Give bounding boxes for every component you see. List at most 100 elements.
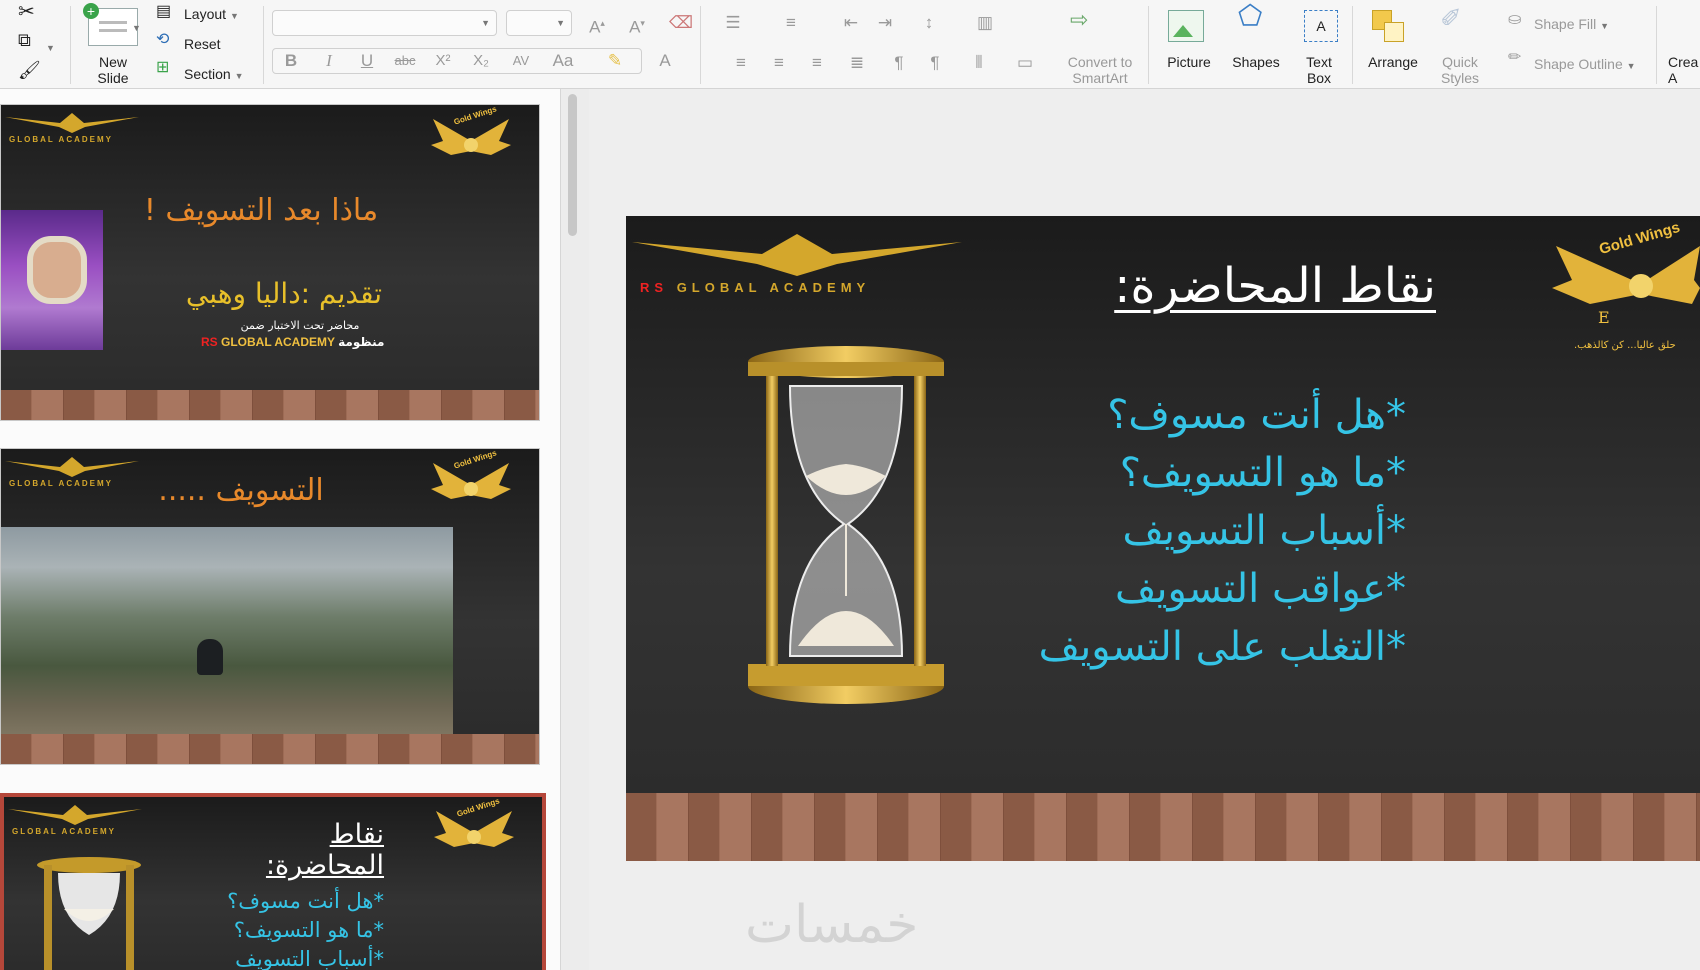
- quick-styles-icon: ✐: [1440, 3, 1462, 33]
- strikethrough-button[interactable]: abc: [390, 48, 420, 74]
- presenter-photo: [1, 210, 103, 350]
- academy-label: RS GLOBAL ACADEMY: [640, 280, 871, 295]
- character-spacing-icon[interactable]: AV: [506, 48, 536, 74]
- thumb-bullet: *ما هو التسويف؟: [233, 918, 384, 942]
- justify-icon[interactable]: ≣: [842, 50, 872, 76]
- layout-button[interactable]: Layout ▼: [184, 6, 239, 24]
- columns-icon[interactable]: ▥: [970, 10, 1000, 36]
- thumb-title: ماذا بعد التسويف !: [143, 193, 379, 228]
- eagle-logo-icon: [632, 234, 962, 276]
- align-left-icon[interactable]: ≡: [726, 50, 756, 76]
- grow-font-icon[interactable]: A▴: [582, 10, 612, 37]
- line-spacing-icon[interactable]: ↕: [914, 10, 944, 36]
- align-center-icon[interactable]: ≡: [764, 50, 794, 76]
- wood-floor: [1, 390, 539, 420]
- text-box-button[interactable]: Text Box: [1296, 54, 1342, 86]
- new-slide-dropdown-icon[interactable]: ▼: [132, 18, 141, 36]
- align-text-icon[interactable]: ▭: [1010, 50, 1040, 76]
- reset-button[interactable]: Reset: [184, 36, 221, 52]
- convert-smartart-button[interactable]: Convert to SmartArt: [1060, 54, 1140, 86]
- increase-indent-icon[interactable]: ⇥: [870, 10, 900, 36]
- slide-thumbnail-1[interactable]: GLOBAL ACADEMY Gold Wings ماذا بعد التسو…: [0, 104, 540, 421]
- academy-label: GLOBAL ACADEMY: [9, 479, 113, 488]
- underline-button[interactable]: U: [352, 48, 382, 74]
- thumb-bullet-list: *هل أنت مسوف؟ *ما هو التسويف؟ *أسباب الت…: [184, 887, 384, 970]
- clear-formatting-icon[interactable]: ⌫: [666, 10, 696, 36]
- logo-letter: E: [1598, 308, 1610, 327]
- shapes-button[interactable]: Shapes: [1226, 54, 1286, 70]
- thumb-bullet: *هل أنت مسوف؟: [227, 889, 384, 913]
- section-button[interactable]: Section ▼: [184, 66, 244, 84]
- thumbnail-scrollbar[interactable]: [568, 94, 577, 236]
- ltr-icon[interactable]: ¶: [884, 50, 914, 76]
- superscript-button[interactable]: X²: [428, 48, 458, 74]
- bullet-item[interactable]: *ما هو التسويف؟: [1016, 444, 1406, 502]
- highlight-icon[interactable]: ✎: [600, 48, 630, 74]
- format-painter-icon[interactable]: 🖌: [18, 61, 41, 79]
- eagle-logo-icon: [5, 113, 139, 133]
- slide-title[interactable]: نقاط المحاضرة:: [1086, 258, 1436, 314]
- shape-outline-icon: ✏: [1508, 49, 1522, 66]
- ribbon-toolbar: ✂ ⧉ ▼ 🖌 + ▼ New Slide ▤ Layout ▼ ⟲ Reset…: [0, 0, 1700, 89]
- new-slide-button[interactable]: New Slide: [84, 54, 142, 86]
- picture-icon: [1168, 10, 1204, 42]
- smartart-icon: ⇨: [1070, 7, 1089, 32]
- picture-button[interactable]: Picture: [1162, 54, 1216, 70]
- shape-fill-button[interactable]: Shape Fill ▼: [1534, 16, 1609, 34]
- arrange-button[interactable]: Arrange: [1362, 54, 1424, 70]
- copy-dropdown-icon[interactable]: ▼: [46, 38, 55, 56]
- shape-outline-button[interactable]: Shape Outline ▼: [1534, 56, 1636, 74]
- reset-icon: ⟲: [156, 31, 170, 48]
- shape-fill-icon: ⛀: [1508, 11, 1522, 28]
- new-slide-icon[interactable]: +: [83, 3, 138, 46]
- academy-label: GLOBAL ACADEMY: [9, 135, 113, 144]
- shapes-icon: ⬠: [1238, 0, 1263, 31]
- thumb-title: نقاط المحاضرة:: [265, 819, 384, 881]
- font-name-input[interactable]: ▼: [272, 10, 497, 36]
- hourglass-image: [37, 857, 141, 970]
- wood-floor: [1, 734, 539, 764]
- eagle-logo-icon: [5, 457, 139, 477]
- logo-tagline: حلق عاليا... كن كالذهب.: [1574, 340, 1676, 351]
- eagle-logo-icon: [8, 805, 142, 825]
- text-direction-icon[interactable]: ⫴: [964, 50, 994, 76]
- bullet-item[interactable]: *هل أنت مسوف؟: [1016, 386, 1406, 444]
- slide-thumbnail-panel[interactable]: GLOBAL ACADEMY Gold Wings ماذا بعد التسو…: [0, 89, 561, 970]
- academy-label: GLOBAL ACADEMY: [12, 827, 116, 836]
- slide-bullet-list[interactable]: *هل أنت مسوف؟ *ما هو التسويف؟ *أسباب الت…: [1016, 386, 1406, 676]
- org-line: RS GLOBAL ACADEMY منظومة: [201, 335, 385, 349]
- create-button-partial[interactable]: Crea A: [1668, 54, 1698, 86]
- font-color-icon[interactable]: A: [650, 48, 680, 74]
- bold-button[interactable]: B: [276, 48, 306, 74]
- bullets-icon[interactable]: ☰: [718, 10, 748, 36]
- landscape-photo: [1, 527, 453, 751]
- quick-styles-button[interactable]: Quick Styles: [1432, 54, 1488, 86]
- numbering-icon[interactable]: ≡: [776, 10, 806, 36]
- current-slide[interactable]: RS GLOBAL ACADEMY Gold Wings E حلق عاليا…: [626, 216, 1700, 861]
- rtl-icon[interactable]: ¶: [920, 50, 950, 76]
- shrink-font-icon[interactable]: A▾: [622, 10, 652, 37]
- copy-icon[interactable]: ⧉: [18, 31, 31, 49]
- arrange-icon: [1372, 10, 1404, 42]
- watermark-logo: خمسات: [745, 895, 919, 955]
- bullet-item[interactable]: *أسباب التسويف: [1016, 502, 1406, 560]
- hourglass-image: [748, 346, 944, 704]
- change-case-icon[interactable]: Aa: [548, 48, 578, 74]
- slide-thumbnail-2[interactable]: GLOBAL ACADEMY Gold Wings التسويف .....: [0, 448, 540, 765]
- bullet-item[interactable]: *التغلب على التسويف: [1016, 618, 1406, 676]
- thumb-bullet: *أسباب التسويف: [235, 947, 384, 970]
- thumb-title: التسويف .....: [158, 473, 324, 508]
- decrease-indent-icon[interactable]: ⇤: [836, 10, 866, 36]
- cut-icon[interactable]: ✂: [18, 2, 35, 22]
- text-box-icon: A: [1304, 10, 1338, 42]
- layout-icon: ▤: [156, 3, 172, 20]
- align-right-icon[interactable]: ≡: [802, 50, 832, 76]
- presenter-name: تقديم :داليا وهبي: [185, 277, 383, 310]
- bullet-item[interactable]: *عواقب التسويف: [1016, 560, 1406, 618]
- slide-thumbnail-3-selected[interactable]: GLOBAL ACADEMY Gold Wings نقاط المحاضرة:…: [0, 793, 546, 970]
- italic-button[interactable]: I: [314, 48, 344, 74]
- font-size-input[interactable]: ▼: [506, 10, 572, 36]
- presenter-subline: محاضر تحت الاختبار ضمن: [240, 319, 360, 332]
- subscript-button[interactable]: X₂: [466, 48, 496, 74]
- wood-floor: [626, 793, 1700, 861]
